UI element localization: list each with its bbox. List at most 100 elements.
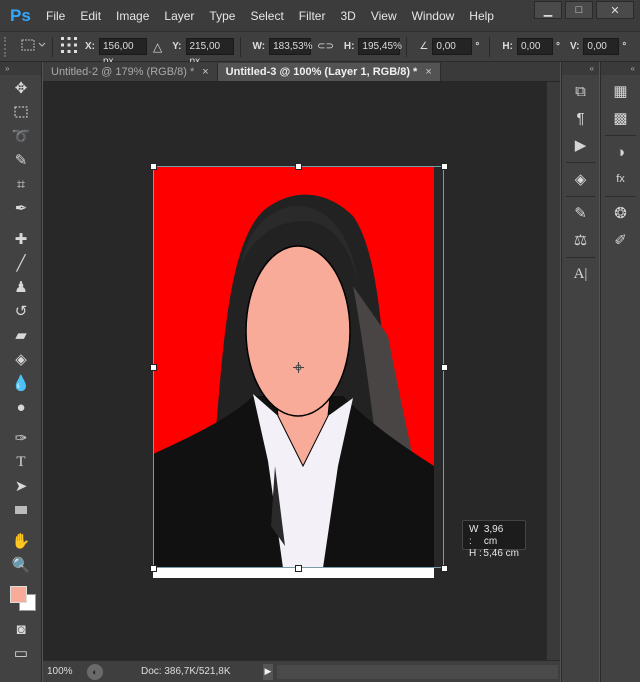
transform-tool-icon[interactable] (20, 37, 46, 56)
hand-icon[interactable]: ✋ (7, 530, 35, 552)
menu-help[interactable]: Help (469, 9, 494, 23)
angle-field[interactable]: 0,00 (432, 38, 473, 55)
marquee-icon[interactable] (7, 101, 35, 123)
options-grip[interactable] (4, 36, 12, 57)
v-skew-field[interactable]: 0,00 (583, 38, 620, 55)
document-tabs: Untitled-2 @ 179% (RGB/8) * × Untitled-3… (43, 62, 560, 82)
menu-window[interactable]: Window (412, 9, 455, 23)
tab-close-icon[interactable]: × (425, 66, 431, 78)
window-controls: ▁ □ ✕ (534, 1, 634, 19)
paths-panel-icon[interactable]: ✐ (608, 229, 634, 251)
quick-select-icon[interactable]: ✎ (7, 149, 35, 171)
crop-icon[interactable]: ⌗ (7, 173, 35, 195)
tab-untitled-3[interactable]: Untitled-3 @ 100% (Layer 1, RGB/8) * × (217, 63, 441, 81)
menu-type[interactable]: Type (209, 9, 235, 23)
minimize-button[interactable]: ▁ (534, 1, 562, 19)
adjustments-panel-icon[interactable]: ◑ (608, 141, 634, 163)
tooltip-h-value: 5,46 cm (483, 548, 519, 559)
tab-untitled-2[interactable]: Untitled-2 @ 179% (RGB/8) * × (43, 63, 218, 81)
v-skew-unit: ° (622, 41, 627, 52)
transform-handle-top[interactable] (295, 163, 302, 170)
transform-handle-top-right[interactable] (441, 163, 448, 170)
status-menu-arrow-icon[interactable]: ▶ (263, 663, 273, 680)
paint-bucket-icon[interactable]: ◈ (7, 348, 35, 370)
panel-collapse-icon[interactable]: « (562, 62, 599, 75)
panel-collapse-icon[interactable]: « (601, 62, 640, 75)
toolbar-collapse-icon[interactable]: » (0, 62, 41, 75)
x-field[interactable]: 156,00 px (99, 38, 147, 67)
link-icon[interactable]: ⊂⊃ (317, 41, 334, 52)
channels-panel-icon[interactable]: ❂ (608, 202, 634, 224)
w-field[interactable]: 183,53% (269, 38, 313, 55)
h-skew-unit: ° (555, 41, 560, 52)
pen-icon[interactable]: ✑ (7, 427, 35, 449)
maximize-button[interactable]: □ (565, 1, 593, 19)
lasso-icon[interactable]: ➰ (7, 125, 35, 147)
panel-dock-2: « ▦ ▩ ◑ fx ❂ ✐ (600, 62, 640, 682)
menu-select[interactable]: Select (250, 9, 283, 23)
x-label: X: (85, 41, 95, 52)
y-field[interactable]: 215,00 px (185, 38, 234, 67)
zoom-level[interactable]: 100% (43, 666, 81, 677)
menu-edit[interactable]: Edit (80, 9, 101, 23)
close-button[interactable]: ✕ (596, 1, 634, 19)
app-logo: Ps (10, 6, 31, 25)
styles-panel-icon[interactable]: fx (608, 168, 634, 190)
tab-label: Untitled-2 @ 179% (RGB/8) * (51, 66, 195, 78)
h-skew-field[interactable]: 0,00 (516, 38, 553, 55)
character-panel-icon[interactable]: A| (568, 263, 594, 285)
menu-view[interactable]: View (371, 9, 397, 23)
menu-3d[interactable]: 3D (340, 9, 355, 23)
angle-unit: ° (475, 41, 480, 52)
history-panel-icon[interactable]: ⧉ (568, 80, 594, 102)
zoom-icon[interactable]: 🔍 (7, 554, 35, 576)
tools-panel: » ✥ ➰ ✎ ⌗ ✒ ✚ ╱ ♟ ↺ ▰ ◈ 💧 ● ✑ T ➤ ✋ 🔍 ◙ … (0, 62, 42, 682)
reference-point-icon[interactable] (59, 35, 79, 58)
status-info-icon[interactable]: ◐ (87, 663, 103, 680)
healing-icon[interactable]: ✚ (7, 228, 35, 250)
color-panel-icon[interactable]: ▦ (608, 80, 634, 102)
delta-icon[interactable]: △ (153, 40, 162, 54)
options-bar: X: 156,00 px △ Y: 215,00 px W: 183,53% ⊂… (0, 31, 640, 67)
brushes-panel-icon[interactable]: ✎ (568, 202, 594, 224)
eyedropper-icon[interactable]: ✒ (7, 197, 35, 219)
dodge-icon[interactable]: ● (7, 396, 35, 418)
tooltip-w-label: W : (469, 524, 479, 547)
transform-handle-bottom[interactable] (295, 565, 302, 572)
menu-layer[interactable]: Layer (164, 9, 194, 23)
shape-icon[interactable] (7, 499, 35, 521)
y-label: Y: (172, 41, 182, 52)
quick-mask-icon[interactable]: ◙ (7, 618, 35, 640)
eraser-icon[interactable]: ▰ (7, 324, 35, 346)
screen-mode-icon[interactable]: ▭ (7, 642, 35, 664)
menu-filter[interactable]: Filter (299, 9, 326, 23)
menu-image[interactable]: Image (116, 9, 149, 23)
history-brush-icon[interactable]: ↺ (7, 300, 35, 322)
menu-file[interactable]: File (46, 9, 65, 23)
h-field[interactable]: 195,45% (358, 38, 402, 55)
transform-handle-bottom-right[interactable] (441, 565, 448, 572)
menu-bar: Ps File Edit Image Layer Type Select Fil… (0, 0, 640, 31)
swatches-panel-icon[interactable]: ▩ (608, 107, 634, 129)
blur-icon[interactable]: 💧 (7, 372, 35, 394)
brush-icon[interactable]: ╱ (7, 252, 35, 274)
reference-point-icon[interactable] (293, 362, 304, 373)
tab-label: Untitled-3 @ 100% (Layer 1, RGB/8) * (225, 66, 418, 78)
actions-panel-icon[interactable]: ▶ (568, 134, 594, 156)
transform-handle-top-left[interactable] (150, 163, 157, 170)
layers-panel-icon[interactable]: ◈ (568, 168, 594, 190)
color-swatches[interactable] (7, 580, 36, 612)
transform-handle-right[interactable] (441, 364, 448, 371)
foreground-color-swatch[interactable] (10, 586, 27, 603)
stamp-icon[interactable]: ♟ (7, 276, 35, 298)
transform-handle-left[interactable] (150, 364, 157, 371)
move-icon[interactable]: ✥ (7, 77, 35, 99)
vertical-scrollbar[interactable] (546, 82, 560, 660)
tab-close-icon[interactable]: × (202, 66, 208, 78)
transform-handle-bottom-left[interactable] (150, 565, 157, 572)
path-select-icon[interactable]: ➤ (7, 475, 35, 497)
paragraph-panel-icon[interactable]: ¶ (568, 107, 594, 129)
clone-source-panel-icon[interactable]: ⚖ (568, 229, 594, 251)
type-icon[interactable]: T (7, 451, 35, 473)
horizontal-scrollbar[interactable] (277, 664, 558, 679)
